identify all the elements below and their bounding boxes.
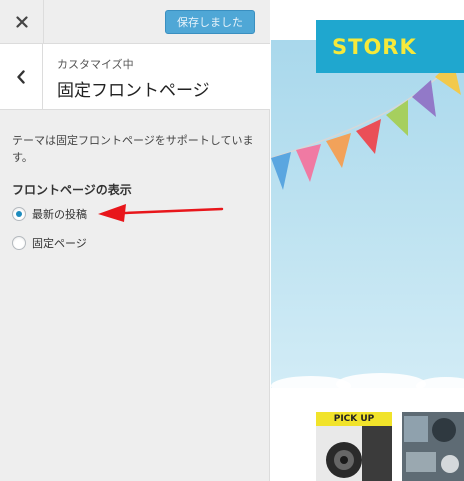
site-logo[interactable]: STORK — [316, 20, 464, 73]
annotation-arrow-icon — [98, 204, 224, 222]
radio-label: 固定ページ — [32, 237, 87, 250]
section-title: 固定フロントページ — [57, 81, 210, 101]
post-thumbnail[interactable] — [402, 412, 464, 481]
radio-button[interactable] — [12, 236, 26, 250]
pickup-post-thumbnail[interactable]: PICK UP — [316, 412, 392, 481]
customizer-panel: 保存しました カスタマイズ中 固定フロントページ テーマは固定フロントページをサ… — [0, 0, 270, 481]
radio-button[interactable] — [12, 207, 26, 221]
section-subtitle: カスタマイズ中 — [57, 58, 134, 71]
pickup-badge: PICK UP — [316, 412, 392, 426]
clouds-decoration — [271, 373, 464, 390]
back-button[interactable] — [0, 44, 43, 109]
chevron-left-icon — [17, 69, 25, 84]
gadgets-photo — [402, 412, 464, 481]
section-description: テーマは固定フロントページをサポートしています。 — [12, 134, 254, 164]
close-icon — [15, 16, 28, 28]
camera-photo — [316, 426, 392, 481]
close-button[interactable] — [0, 0, 44, 44]
site-logo-text: STORK — [332, 34, 417, 59]
radio-option-latest-posts[interactable]: 最新の投稿 — [12, 206, 87, 222]
section-header: カスタマイズ中 固定フロントページ — [0, 44, 270, 110]
site-preview: STORK PICK UP — [271, 0, 464, 481]
hero-image: STORK — [271, 20, 464, 388]
radio-option-static-page[interactable]: 固定ページ — [12, 235, 87, 251]
customizer-header: 保存しました — [0, 0, 270, 44]
radio-label: 最新の投稿 — [32, 208, 87, 221]
front-page-display-heading: フロントページの表示 — [12, 183, 132, 197]
save-button[interactable]: 保存しました — [165, 10, 255, 34]
